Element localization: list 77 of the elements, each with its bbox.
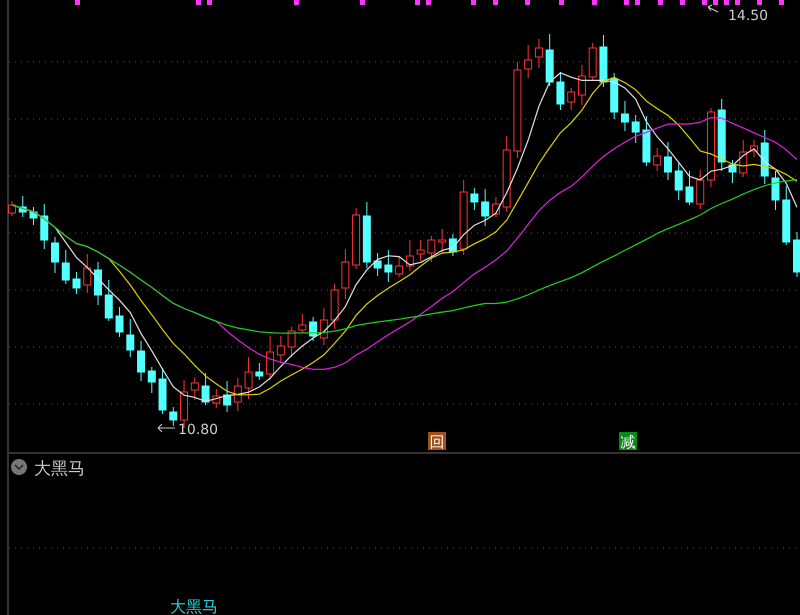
- indicator-title: 大黑马: [34, 459, 85, 479]
- collapse-chevron-icon[interactable]: [11, 459, 27, 475]
- candlestick: [760, 130, 769, 184]
- candlestick: [685, 170, 694, 206]
- high-price-label: 14.50: [728, 8, 768, 24]
- candlestick: [169, 406, 178, 426]
- candlestick: [244, 356, 253, 400]
- candlestick: [610, 72, 618, 120]
- candlestick: [320, 308, 328, 346]
- candlestick: [190, 376, 199, 400]
- candlestick: [793, 232, 800, 278]
- candlestick: [438, 228, 446, 254]
- candlestick: [83, 254, 92, 294]
- indicator-plot-label: 大黑马: [170, 597, 218, 615]
- candlestick: [148, 366, 156, 394]
- candlestick: [674, 162, 683, 200]
- candlestick: [750, 140, 758, 158]
- candlestick: [524, 44, 532, 78]
- candlestick: [8, 200, 16, 216]
- candlestick: [406, 240, 414, 272]
- candlestick: [664, 142, 672, 180]
- candlestick: [341, 248, 350, 300]
- candlestick: [62, 250, 70, 284]
- candlestick: [104, 280, 113, 322]
- candlestick: [212, 388, 220, 408]
- signal-badge: 回: [428, 432, 446, 451]
- candlestick: [481, 188, 490, 226]
- candlestick: [51, 236, 60, 274]
- candlestick: [632, 114, 640, 144]
- candlestick: [18, 196, 27, 218]
- candlestick: [223, 380, 232, 412]
- candlestick: [362, 202, 371, 268]
- candlestick: [416, 240, 425, 262]
- candlestick: [352, 208, 360, 270]
- candlestick: [728, 160, 736, 184]
- candlestick: [202, 372, 210, 406]
- candlestick: [288, 326, 296, 358]
- candlestick: [492, 196, 500, 218]
- low-marker-arrow: [158, 424, 176, 432]
- candlestick: [588, 42, 597, 80]
- candlestick: [782, 186, 790, 246]
- candlestick: [309, 316, 318, 342]
- candlestick: [374, 252, 382, 276]
- candlestick: [642, 116, 650, 166]
- candlestick: [126, 318, 134, 358]
- candlestick: [276, 336, 285, 364]
- candlestick: [40, 204, 48, 250]
- candlestick: [599, 34, 608, 88]
- candlestick: [234, 378, 242, 412]
- candlestick: [546, 34, 554, 86]
- candlestick: [620, 100, 629, 132]
- candlestick: [116, 306, 124, 338]
- candlestick: [30, 206, 38, 226]
- signal-badge: 减: [619, 432, 637, 451]
- candlestick: [94, 262, 102, 306]
- candlestick: [72, 272, 81, 294]
- candlestick: [330, 284, 339, 330]
- low-price-label: 10.80: [178, 422, 218, 438]
- high-marker-arrow: [708, 4, 718, 12]
- candlestick: [739, 140, 748, 178]
- candlestick: [578, 64, 586, 106]
- candlestick: [772, 170, 780, 210]
- candlestick: [255, 362, 264, 380]
- candlestick: [653, 148, 662, 172]
- candlestick: [696, 170, 704, 210]
- candlestick: [158, 368, 167, 414]
- candlestick: [266, 336, 274, 380]
- candlestick: [298, 314, 306, 334]
- candlestick: [534, 38, 543, 68]
- candlestick: [448, 234, 457, 256]
- candlestick: [556, 72, 564, 110]
- candlestick: [470, 188, 478, 210]
- candlestick: [384, 250, 392, 282]
- candlestick: [427, 236, 436, 262]
- candlestick: [137, 340, 146, 382]
- candlestick: [567, 88, 576, 110]
- candlestick: [395, 256, 404, 278]
